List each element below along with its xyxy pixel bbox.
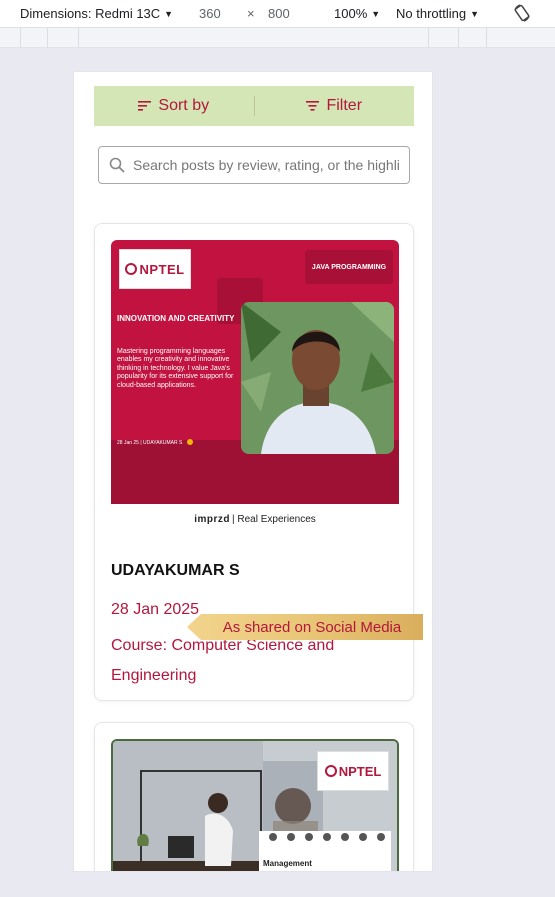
course-name: Course: Computer Science and Engineering <box>111 637 335 684</box>
media-query-ruler <box>0 28 555 48</box>
student-photo <box>241 302 394 454</box>
binder-rings <box>269 833 385 841</box>
post-image: NPTEL Management <box>111 739 399 871</box>
poster-quote: Mastering programming languages enables … <box>117 348 234 389</box>
sort-icon <box>138 101 152 111</box>
brand-footer: imprzd | Real Experiences <box>111 504 399 534</box>
throttle-selector[interactable]: No throttling ▼ <box>396 6 479 21</box>
sort-filter-bar: Sort by Filter <box>94 86 414 126</box>
sort-label: Sort by <box>158 97 210 114</box>
filter-icon <box>306 101 320 111</box>
brand-name: imprzd <box>194 513 231 525</box>
poster-meta-text: 28 Jan 25 | UDAYAKUMAR S <box>117 440 183 446</box>
post-date: 28 Jan 2025 <box>111 601 200 618</box>
filter-button[interactable]: Filter <box>255 97 415 115</box>
notebook-panel: Management <box>259 831 391 871</box>
times-sign: × <box>247 6 255 21</box>
sort-button[interactable]: Sort by <box>94 97 254 115</box>
width-field[interactable]: 360 <box>199 6 221 21</box>
height-field[interactable]: 800 <box>268 6 290 21</box>
nptel-logo: NPTEL <box>317 751 389 791</box>
course-topic: JAVA PROGRAMMING <box>305 250 393 284</box>
search-icon <box>109 157 125 173</box>
nptel-emblem-icon <box>324 765 337 777</box>
student-name: UDAYAKUMAR S <box>111 562 240 579</box>
nptel-logo: NPTEL <box>119 249 191 289</box>
nptel-emblem-icon <box>125 263 138 275</box>
ribbon-text: As shared on Social Media <box>222 618 402 636</box>
post-image: NPTEL JAVA PROGRAMMING INNOVATION AND CR… <box>111 240 399 504</box>
chevron-down-icon: ▼ <box>164 9 174 19</box>
chevron-down-icon: ▼ <box>371 9 381 19</box>
poster-headline: INNOVATION AND CREATIVITY <box>117 314 235 323</box>
filter-label: Filter <box>326 97 363 114</box>
search-box <box>98 146 410 184</box>
post-card[interactable]: NPTEL Management <box>94 722 414 871</box>
rotate-icon[interactable] <box>512 3 532 23</box>
chevron-down-icon: ▼ <box>470 9 480 19</box>
search-input[interactable] <box>133 157 403 173</box>
panel-title: Management <box>263 859 312 868</box>
device-viewport: Sort by Filter NPTEL JAVA PROGRAMMING <box>73 71 433 872</box>
devtools-toolbar: Dimensions: Redmi 13C ▼ 360 × 800 100% ▼ N… <box>0 0 555 28</box>
verified-icon <box>186 439 193 445</box>
poster-meta: 28 Jan 25 | UDAYAKUMAR S <box>117 439 193 446</box>
social-media-ribbon: As shared on Social Media <box>187 614 423 640</box>
throttle-label: No throttling <box>396 6 467 21</box>
zoom-label: 100% <box>334 6 368 21</box>
logo-text: NPTEL <box>338 763 382 779</box>
brand-tagline: | Real Experiences <box>232 513 316 525</box>
zoom-selector[interactable]: 100% ▼ <box>334 6 380 21</box>
logo-text: NPTEL <box>139 261 185 277</box>
device-selector[interactable]: Dimensions: Redmi 13C ▼ <box>20 6 173 21</box>
device-label: Dimensions: Redmi 13C <box>20 6 161 21</box>
